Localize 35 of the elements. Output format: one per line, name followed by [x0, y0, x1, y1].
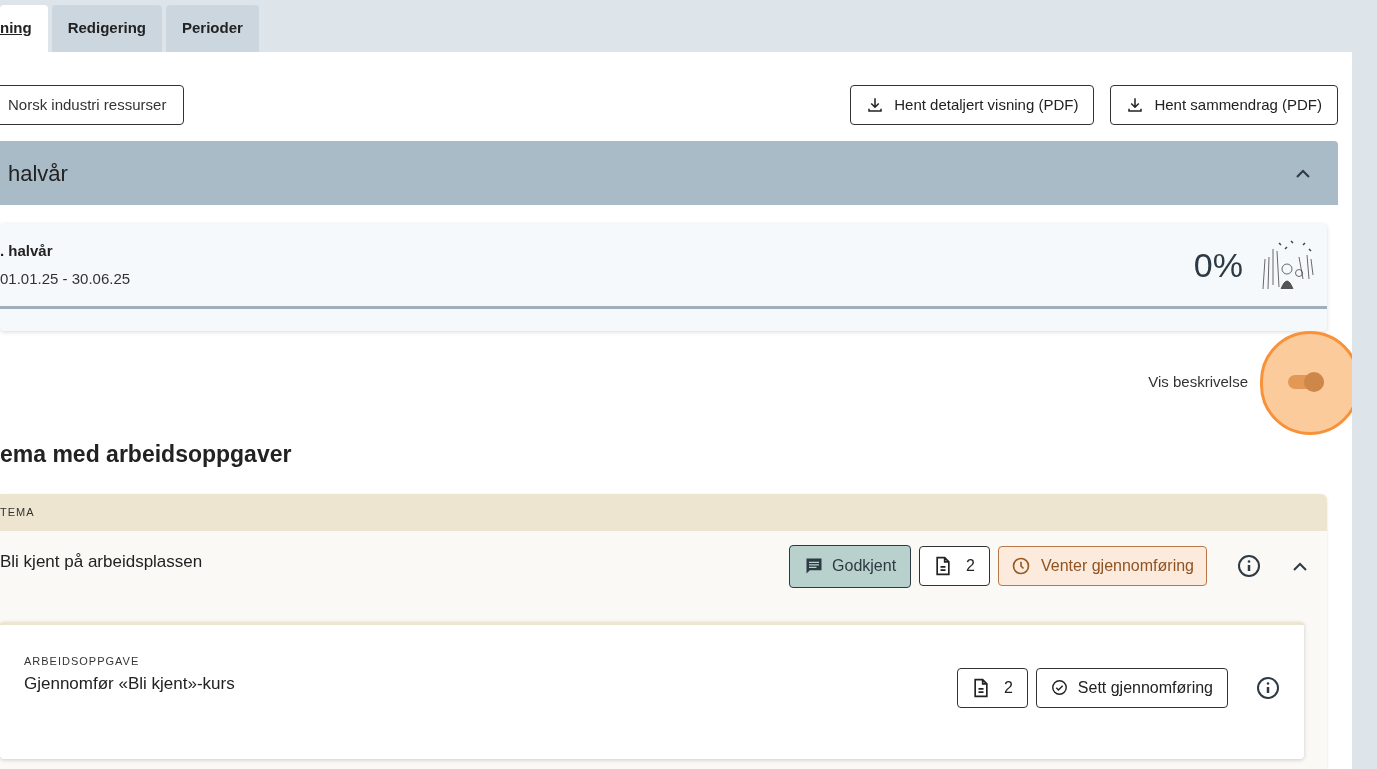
complete-button[interactable]: Sett gjennomføring [1035, 667, 1228, 708]
download-button[interactable]: Hent sammendrag (PDF) [1110, 85, 1338, 125]
clock-icon [1011, 556, 1031, 576]
resource-button[interactable]: Norsk industri ressurser [0, 85, 185, 125]
download-icon [1126, 96, 1145, 114]
approved-status-button[interactable]: Godkjent [789, 544, 912, 588]
progress-percent: 0% [1193, 244, 1243, 286]
tab[interactable]: Redigering [51, 5, 162, 52]
task-title: Gjennomfør «Bli kjent»-kurs [24, 673, 235, 695]
tab[interactable]: ning [0, 5, 48, 52]
info-icon[interactable] [1237, 554, 1261, 578]
comment-icon [804, 556, 825, 576]
description-toggle[interactable] [1288, 375, 1324, 389]
chevron-up-icon[interactable] [1296, 168, 1310, 178]
download-button[interactable]: Hent detaljert visning (PDF) [850, 85, 1095, 125]
section-title: halvår [8, 159, 68, 188]
document-icon [971, 677, 990, 698]
pending-status-button[interactable]: Venter gjennomføring [998, 546, 1207, 586]
task-label: ARBEIDSOPPGAVE [24, 653, 141, 669]
document-icon [934, 556, 953, 576]
period-dates: 01.01.25 - 30.06.25 [0, 269, 131, 289]
info-icon[interactable] [1256, 675, 1280, 700]
check-circle-icon [1050, 679, 1068, 696]
documents-button[interactable]: 2 [956, 667, 1028, 708]
period-title: . halvår [0, 240, 54, 261]
tab[interactable]: Perioder [166, 5, 259, 52]
celebration-illustration [1259, 239, 1317, 291]
theme-title: Bli kjent på arbeidsplassen [0, 550, 203, 573]
chevron-up-icon[interactable] [1293, 561, 1307, 571]
download-icon [866, 96, 885, 114]
toggle-label: Vis beskrivelse [1148, 371, 1248, 392]
column-header: TEMA [0, 504, 35, 520]
section-heading: ema med arbeidsoppgaver [0, 440, 293, 469]
section-header[interactable]: halvår [0, 141, 1338, 205]
documents-button[interactable]: 2 [919, 546, 990, 586]
